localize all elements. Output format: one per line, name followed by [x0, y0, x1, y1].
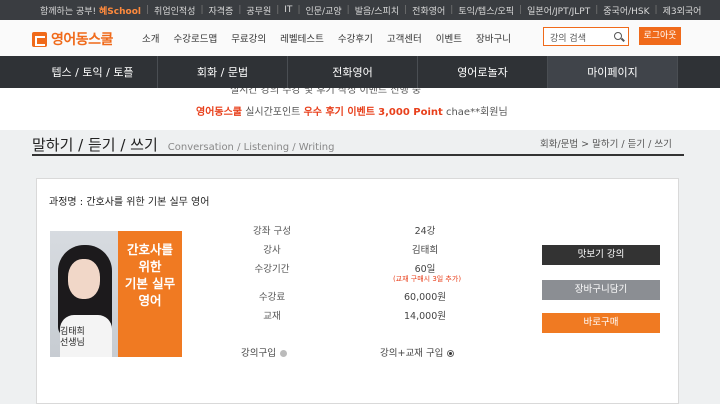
- site-header: 영어동스쿨 소개 수강로드맵 무료강의 레벨테스트 수강후기 고객센터 이벤트 …: [0, 20, 720, 56]
- topbar-link-2[interactable]: 공무원: [246, 4, 271, 17]
- add-to-cart-button[interactable]: 장바구니담기: [542, 280, 660, 300]
- topbar-link-9[interactable]: 중국어/HSK: [603, 4, 649, 17]
- nav-tab-english-play[interactable]: 영어로놀자: [418, 56, 548, 88]
- course-name: 과정명 : 간호사를 위한 기본 실무 영어: [49, 197, 210, 208]
- nav-tab-teps-toeic-toefl[interactable]: 텝스 / 토익 / 토플: [28, 56, 158, 88]
- top-utility-bar: 함께하는 공부! 혜School | 취업인적성 | 자격증 | 공무원 | IT | 인…: [0, 0, 720, 20]
- preview-lecture-button[interactable]: 맛보기 강의: [542, 245, 660, 265]
- promo-cut-line: 실시간 강의 수강 및 후기 작성 이벤트 진행 중: [230, 88, 422, 96]
- topbar-link-6[interactable]: 전화영어: [412, 4, 445, 17]
- logo-icon: [32, 31, 47, 47]
- purchase-options: 강의구입 강의+교재 구입: [241, 345, 455, 359]
- info-row: 강사 김태희: [263, 245, 439, 256]
- header-menu: 소개 수강로드맵 무료강의 레벨테스트 수강후기 고객센터 이벤트 장바구니: [142, 31, 525, 45]
- menu-item-intro[interactable]: 소개: [142, 31, 159, 45]
- buy-now-button[interactable]: 바로구매: [542, 313, 660, 333]
- search-icon[interactable]: [614, 32, 622, 40]
- menu-item-support[interactable]: 고객센터: [387, 31, 422, 45]
- period-note: (교재 구매시 3일 추가): [392, 275, 462, 283]
- page-title: 말하기 / 듣기 / 쓰기 Conversation / Listening / …: [32, 136, 335, 154]
- site-logo[interactable]: 영어동스쿨: [32, 29, 113, 49]
- info-row: 교재 14,000원: [263, 311, 446, 322]
- topbar-link-8[interactable]: 일본어/JPT/JLPT: [527, 4, 590, 17]
- instructor-photo: 김태희 선생님: [50, 231, 118, 357]
- instructor-tag: 김태희 선생님: [60, 327, 85, 348]
- topbar-link-7[interactable]: 토익/텝스/오픽: [458, 4, 514, 17]
- menu-item-reviews[interactable]: 수강후기: [338, 31, 373, 45]
- menu-item-level-test[interactable]: 레벨테스트: [280, 31, 324, 45]
- info-row: 강좌 구성 24강: [253, 226, 436, 237]
- radio-lecture[interactable]: [279, 350, 287, 357]
- menu-item-event[interactable]: 이벤트: [436, 31, 462, 45]
- main-navigation: 텝스 / 토익 / 토플 회화 / 문법 전화영어 영어로놀자 마이페이지: [0, 56, 720, 88]
- promo-line: 영어동스쿨 실시간포인트 우수 후기 이벤트 3,000 Point chae*…: [196, 107, 508, 118]
- course-thumbnail[interactable]: 김태희 선생님 간호사를 위한 기본 실무 영어: [50, 231, 182, 357]
- topbar-link-4[interactable]: 인문/교양: [305, 4, 341, 17]
- logo-text: 영어동스쿨: [51, 32, 113, 48]
- course-card: 과정명 : 간호사를 위한 기본 실무 영어 김태희 선생님 간호사를 위한 기…: [36, 178, 679, 404]
- nav-tab-phone-english[interactable]: 전화영어: [288, 56, 418, 88]
- option-lecture[interactable]: 강의구입: [241, 348, 287, 359]
- topbar-link-5[interactable]: 발음/스피치: [355, 4, 399, 17]
- search-input[interactable]: 강의 검색: [543, 27, 629, 46]
- page-subtitle: Conversation / Listening / Writing: [167, 142, 335, 153]
- title-divider: [32, 154, 684, 156]
- promo-ticker[interactable]: 실시간 강의 수강 및 후기 작성 이벤트 진행 중 영어동스쿨 실시간포인트 …: [0, 88, 720, 130]
- course-banner: 간호사를 위한 기본 실무 영어: [118, 231, 182, 357]
- topbar-link-10[interactable]: 제3외국어: [663, 4, 702, 17]
- logout-button[interactable]: 로그아웃: [639, 27, 681, 45]
- nav-tab-mypage[interactable]: 마이페이지: [548, 56, 678, 88]
- radio-bundle[interactable]: [447, 350, 455, 357]
- menu-item-roadmap[interactable]: 수강로드맵: [173, 31, 217, 45]
- page-content: 말하기 / 듣기 / 쓰기 Conversation / Listening / …: [0, 130, 720, 404]
- nav-tab-conversation-grammar[interactable]: 회화 / 문법: [158, 56, 288, 88]
- menu-item-free-lecture[interactable]: 무료강의: [231, 31, 266, 45]
- topbar-link-3[interactable]: IT: [284, 5, 292, 15]
- search-placeholder: 강의 검색: [550, 34, 586, 44]
- menu-item-cart[interactable]: 장바구니: [476, 31, 511, 45]
- breadcrumb[interactable]: 회화/문법 > 말하기 / 듣기 / 쓰기: [540, 136, 672, 150]
- school-brand-link[interactable]: 혜School: [99, 4, 141, 17]
- topbar-link-1[interactable]: 자격증: [209, 4, 234, 17]
- info-row: 수강료 60,000원: [258, 292, 446, 303]
- topbar-link-0[interactable]: 취업인적성: [154, 4, 195, 17]
- info-row: 수강기간 60일: [254, 264, 436, 275]
- slogan: 함께하는 공부!: [40, 6, 97, 17]
- option-bundle[interactable]: 강의+교재 구입: [380, 348, 455, 359]
